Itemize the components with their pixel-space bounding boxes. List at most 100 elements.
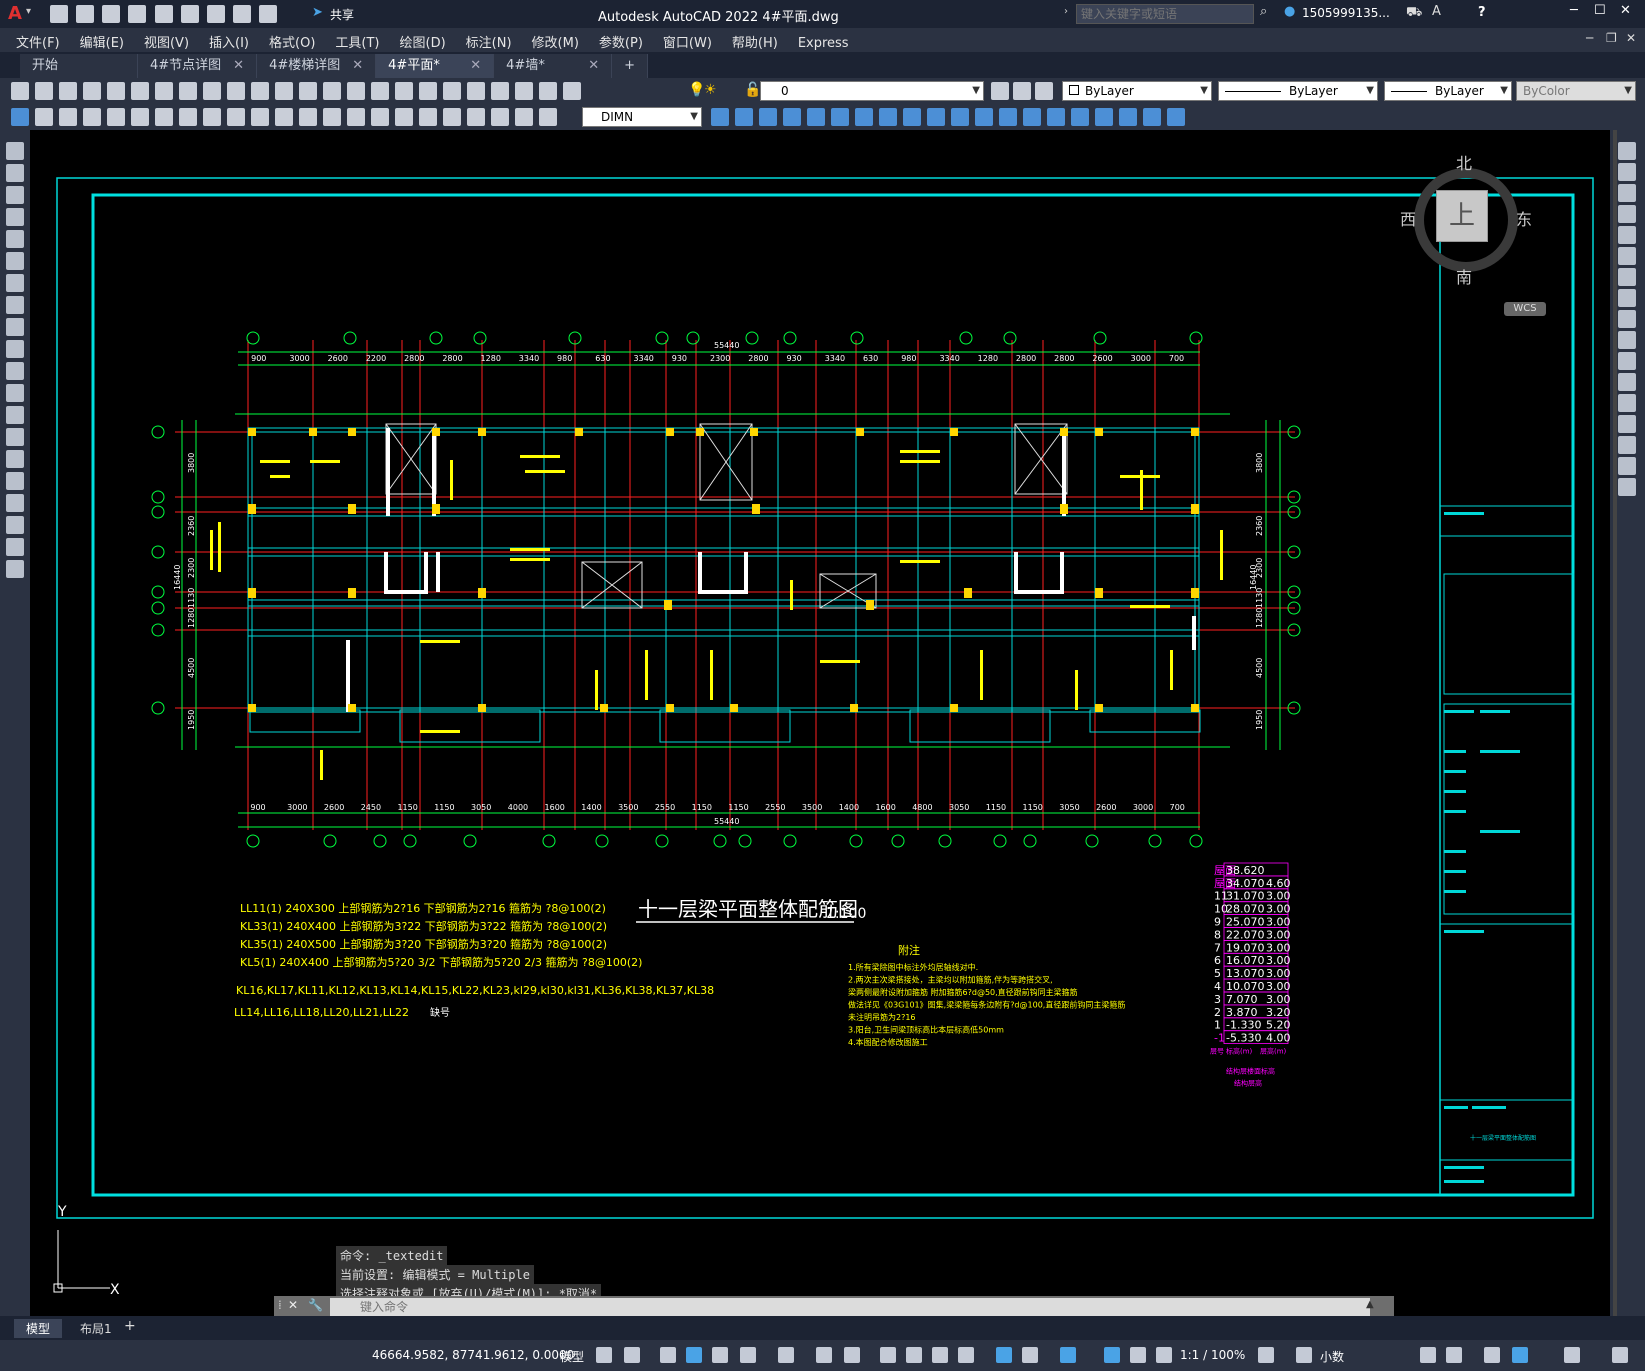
ordinate-dim-icon[interactable]	[155, 108, 173, 126]
doc-restore-icon[interactable]: ❐	[1606, 31, 1617, 45]
design-center-icon[interactable]	[443, 82, 461, 100]
matchprop-icon[interactable]	[251, 82, 269, 100]
isodraft-icon[interactable]	[778, 1347, 794, 1363]
aligned-dim-icon[interactable]	[107, 108, 125, 126]
paste-icon[interactable]	[227, 82, 245, 100]
publish-icon[interactable]	[131, 82, 149, 100]
add-selected-icon[interactable]	[6, 560, 24, 578]
search-icon[interactable]: ⌕	[1260, 4, 1267, 19]
ellipse-arc-icon[interactable]	[6, 362, 24, 380]
table-icon[interactable]	[35, 108, 53, 126]
polygon-icon[interactable]	[6, 208, 24, 226]
dim-update-icon[interactable]	[539, 108, 557, 126]
ortho-icon[interactable]	[712, 1347, 728, 1363]
arc-length-icon[interactable]	[131, 108, 149, 126]
diameter-dim-icon[interactable]	[227, 108, 245, 126]
revcloud-icon[interactable]	[6, 296, 24, 314]
maximize-icon[interactable]: ☐	[1594, 3, 1606, 18]
search-chevron-icon[interactable]: ›	[1064, 6, 1068, 17]
fillet-icon[interactable]	[1618, 436, 1636, 454]
open-icon[interactable]	[35, 82, 53, 100]
region-icon[interactable]	[1119, 108, 1137, 126]
command-history-arrow-icon[interactable]: ▲	[1366, 1299, 1374, 1310]
user-icon[interactable]: ●	[1284, 4, 1295, 19]
properties-icon[interactable]	[419, 82, 437, 100]
construction-line-icon[interactable]	[6, 164, 24, 182]
radius-dim-icon[interactable]	[179, 108, 197, 126]
infer-constraints-icon[interactable]	[660, 1347, 676, 1363]
trim-icon[interactable]	[951, 108, 969, 126]
menu-modify[interactable]: 修改(M)	[522, 28, 589, 55]
quick-properties-icon[interactable]	[1420, 1347, 1436, 1363]
tab-close-icon[interactable]: ✕	[470, 54, 481, 78]
cart-icon[interactable]: ⛟	[1406, 5, 1422, 22]
ellipse-icon[interactable]	[6, 340, 24, 358]
tab-wall[interactable]: 4#墙* ✕	[494, 54, 613, 78]
menu-file[interactable]: 文件(F)	[6, 28, 70, 55]
array-icon[interactable]	[1618, 226, 1636, 244]
tab-node-detail[interactable]: 4#节点详图 ✕	[138, 54, 258, 78]
save-icon[interactable]	[102, 5, 121, 23]
gradient-icon[interactable]	[6, 472, 24, 490]
lineweight-icon[interactable]	[880, 1347, 896, 1363]
join-icon[interactable]	[1618, 394, 1636, 412]
new-tab-button[interactable]: +	[612, 54, 649, 78]
block-icon[interactable]	[1167, 108, 1185, 126]
layer-previous-icon[interactable]	[1013, 82, 1031, 100]
lock-icon[interactable]: 🔓	[744, 82, 761, 98]
lock-ui-icon[interactable]	[1446, 1347, 1462, 1363]
make-current-layer-icon[interactable]	[991, 82, 1009, 100]
workspace-gear-icon[interactable]	[1258, 1347, 1274, 1363]
menu-edit[interactable]: 编辑(E)	[70, 28, 134, 55]
snap-icon[interactable]	[624, 1347, 640, 1363]
polar-icon[interactable]	[740, 1347, 756, 1363]
erase-icon[interactable]	[1618, 142, 1636, 160]
3d-osnap-icon[interactable]	[958, 1347, 974, 1363]
explode-icon[interactable]	[1618, 478, 1636, 496]
dimstyle-combo[interactable]: DIMN ▼	[582, 107, 702, 127]
plot-icon[interactable]	[206, 5, 225, 23]
doc-minimize-icon[interactable]: ─	[1586, 31, 1593, 45]
zoom-window-icon[interactable]	[371, 82, 389, 100]
grid-icon[interactable]	[596, 1347, 612, 1363]
autodesk-a360-icon[interactable]: A	[1432, 4, 1441, 19]
zoom-realtime-icon[interactable]	[347, 82, 365, 100]
drawing-canvas[interactable]: 十一层梁平面整体配筋图 55440 55440 900 3000 2600 22…	[30, 130, 1610, 1318]
point-icon[interactable]	[6, 428, 24, 446]
menu-tools[interactable]: 工具(T)	[325, 28, 389, 55]
undo-icon[interactable]	[232, 5, 251, 23]
lineweight-combo[interactable]: ByLayer ▼	[1384, 81, 1512, 101]
clean-screen-icon[interactable]	[1564, 1347, 1580, 1363]
viewcube-face[interactable]: 上	[1436, 190, 1488, 242]
tab-start[interactable]: 开始	[20, 54, 138, 78]
join-icon[interactable]	[1023, 108, 1041, 126]
line-icon[interactable]	[6, 142, 24, 160]
text-icon[interactable]	[6, 538, 24, 556]
tab-close-icon[interactable]: ✕	[588, 54, 599, 78]
3dprint-icon[interactable]	[155, 82, 173, 100]
user-name[interactable]: 1505999135...	[1302, 6, 1390, 20]
inspect-icon[interactable]	[443, 108, 461, 126]
redo-icon[interactable]	[299, 82, 317, 100]
chamfer-icon[interactable]	[1618, 415, 1636, 433]
dim-style-icon[interactable]	[711, 108, 729, 126]
coordinates[interactable]: 46664.9582, 87741.9612, 0.0000	[372, 1348, 574, 1362]
move-icon[interactable]	[1618, 247, 1636, 265]
menu-dimension[interactable]: 标注(N)	[456, 28, 522, 55]
share-button[interactable]: 共享	[330, 6, 354, 23]
linetype-combo[interactable]: ByLayer ▼	[1218, 81, 1378, 101]
erase-icon[interactable]	[735, 108, 753, 126]
copy-icon[interactable]	[203, 82, 221, 100]
blend-icon[interactable]	[1618, 457, 1636, 475]
cut-icon[interactable]	[179, 82, 197, 100]
freeze-icon[interactable]: ☀	[704, 82, 717, 98]
new-file-icon[interactable]	[50, 5, 68, 23]
spline-icon[interactable]	[6, 318, 24, 336]
move-icon[interactable]	[855, 108, 873, 126]
offset-icon[interactable]	[1618, 205, 1636, 223]
break-icon[interactable]	[999, 108, 1017, 126]
auto-scale-icon[interactable]	[1130, 1347, 1146, 1363]
array-icon[interactable]	[831, 108, 849, 126]
menu-help[interactable]: 帮助(H)	[722, 28, 788, 55]
viewcube[interactable]: 上 北 南 西 东	[1400, 150, 1532, 287]
